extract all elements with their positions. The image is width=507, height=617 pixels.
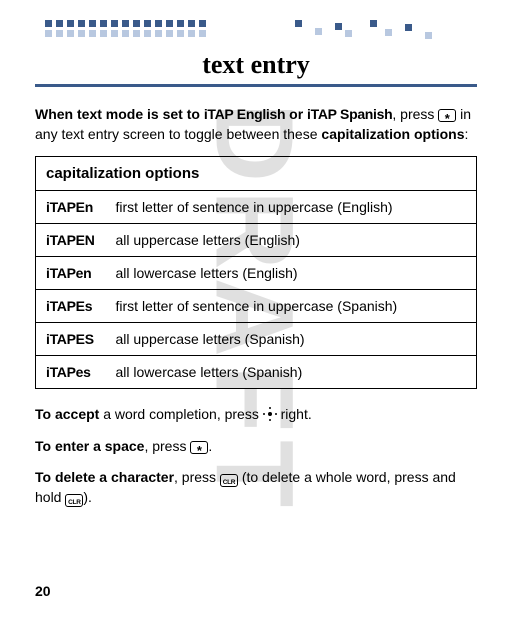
delete-t3: ). <box>83 489 92 505</box>
star-key-icon <box>190 441 208 454</box>
table-row: iTAPEnfirst letter of sentence in upperc… <box>36 191 477 224</box>
table-value: first letter of sentence in uppercase (S… <box>106 290 477 323</box>
mode-spanish: iTAP Spanish <box>307 106 392 122</box>
table-key: iTAPES <box>36 323 106 356</box>
table-row: iTAPENall uppercase letters (English) <box>36 224 477 257</box>
table-row: iTAPEsfirst letter of sentence in upperc… <box>36 290 477 323</box>
space-t1: , press <box>144 438 190 454</box>
clr-key-icon <box>65 494 83 507</box>
table-value: all lowercase letters (English) <box>106 257 477 290</box>
intro-pre: When text mode is set to <box>35 106 200 122</box>
intro-post3: : <box>465 126 469 142</box>
table-key: iTAPEn <box>36 191 106 224</box>
intro-paragraph: When text mode is set to iTAP English or… <box>35 105 477 144</box>
delete-bold: To delete a character <box>35 469 174 485</box>
table-key: iTAPEs <box>36 290 106 323</box>
table-key: iTAPEN <box>36 224 106 257</box>
table-row: iTAPESall uppercase letters (Spanish) <box>36 323 477 356</box>
header-decoration <box>35 20 477 60</box>
accept-t2: right. <box>277 406 312 422</box>
title-underline <box>35 84 477 87</box>
accept-t1: a word completion, press <box>99 406 262 422</box>
table-key: iTAPes <box>36 356 106 389</box>
accept-paragraph: To accept a word completion, press right… <box>35 405 477 425</box>
space-paragraph: To enter a space, press . <box>35 437 477 457</box>
table-value: all uppercase letters (Spanish) <box>106 323 477 356</box>
table-row: iTAPesall lowercase letters (Spanish) <box>36 356 477 389</box>
intro-or: or <box>289 106 303 122</box>
intro-cap-label: capitalization options <box>321 126 464 142</box>
table-key: iTAPen <box>36 257 106 290</box>
page-content: text entry When text mode is set to iTAP… <box>0 0 507 540</box>
mode-english: iTAP English <box>204 106 285 122</box>
delete-t1: , press <box>174 469 220 485</box>
space-t2: . <box>208 438 212 454</box>
table-header: capitalization options <box>36 157 477 191</box>
space-bold: To enter a space <box>35 438 144 454</box>
page-number: 20 <box>35 583 51 599</box>
table-row: iTAPenall lowercase letters (English) <box>36 257 477 290</box>
capitalization-table: capitalization options iTAPEnfirst lette… <box>35 156 477 389</box>
nav-key-icon <box>263 407 277 421</box>
intro-post1: , press <box>392 106 438 122</box>
table-value: all lowercase letters (Spanish) <box>106 356 477 389</box>
table-value: first letter of sentence in uppercase (E… <box>106 191 477 224</box>
accept-bold: To accept <box>35 406 99 422</box>
delete-paragraph: To delete a character, press (to delete … <box>35 468 477 507</box>
star-key-icon <box>438 109 456 122</box>
table-value: all uppercase letters (English) <box>106 224 477 257</box>
clr-key-icon <box>220 474 238 487</box>
